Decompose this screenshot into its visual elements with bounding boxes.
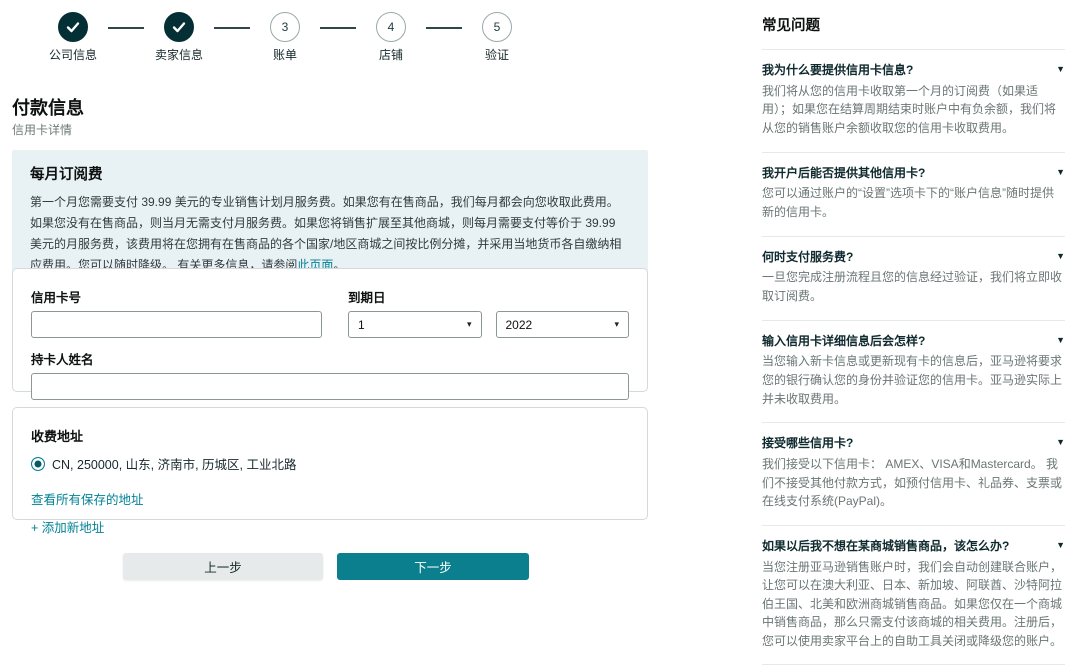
step-number: 4 [376,12,406,42]
step-billing[interactable]: 3 账单 [250,12,320,64]
add-new-address-link[interactable]: + 添加新地址 [31,517,629,536]
previous-step-button[interactable]: 上一步 [123,553,323,580]
faq-question-text: 我为什么要提供信用卡信息? [762,62,913,79]
faq-question[interactable]: 如果以后我不想在某商城销售商品，该怎么办? ▼ [762,538,1065,555]
faq-answer: 我们将从您的信用卡收取第一个月的订阅费（如果适用）；如果您在结算周期结束时账户中… [762,82,1065,138]
registration-stepper: 公司信息 卖家信息 3 账单 4 店铺 5 验证 [38,12,532,64]
faq-question-text: 何时支付服务费? [762,249,853,266]
chevron-down-icon[interactable]: ▼ [1056,251,1065,261]
credit-card-panel: 信用卡号 到期日 1 ▾ 2022 ▾ 持卡人姓名 [12,268,648,392]
card-number-label: 信用卡号 [31,287,322,306]
page-subtitle: 信用卡详情 [12,121,72,138]
faq-answer: 当您注册亚马逊销售账户时，我们会自动创建联合账户，让您可以在澳大利亚、日本、新加… [762,558,1065,651]
faq-question[interactable]: 何时支付服务费? ▼ [762,249,1065,266]
step-label: 账单 [261,48,309,64]
chevron-down-icon[interactable]: ▼ [1056,540,1065,550]
faq-question-text: 输入信用卡详细信息后会怎样? [762,333,925,350]
faq-item: 我为什么要提供信用卡信息? ▼ 我们将从您的信用卡收取第一个月的订阅费（如果适用… [762,50,1065,152]
stepper-connector [320,27,356,29]
faq-item: 如果以后我不想在某商城销售商品，该怎么办? ▼ 当您注册亚马逊销售账户时，我们会… [762,526,1065,665]
stepper-connector [108,27,144,29]
view-saved-addresses-link[interactable]: 查看所有保存的地址 [31,489,629,508]
fee-box-title: 每月订阅费 [30,163,630,184]
faq-item: 我开户后能否提供其他信用卡? ▼ 您可以通过账户的“设置”选项卡下的“账户信息”… [762,153,1065,236]
faq-item: 何时支付服务费? ▼ 一旦您完成注册流程且您的信息经过验证，我们将立即收取订阅费… [762,237,1065,320]
step-company-info[interactable]: 公司信息 [38,12,108,64]
fee-box-body: 第一个月您需要支付 39.99 美元的专业销售计划月服务费。如果您有在售商品，我… [30,192,630,276]
billing-address-option[interactable]: CN, 250000, 山东, 济南市, 历城区, 工业北路 [31,454,629,473]
billing-address-title: 收费地址 [31,426,629,445]
faq-title: 常见问题 [762,14,1065,35]
step-store[interactable]: 4 店铺 [356,12,426,64]
step-label: 公司信息 [49,48,97,64]
faq-sidebar: 常见问题 我为什么要提供信用卡信息? ▼ 我们将从您的信用卡收取第一个月的订阅费… [762,14,1065,665]
step-number: 3 [270,12,300,42]
chevron-down-icon: ▾ [614,319,619,330]
stepper-connector [214,27,250,29]
faq-question-text: 接受哪些信用卡? [762,435,853,452]
card-holder-label: 持卡人姓名 [31,349,629,368]
faq-answer: 当您输入新卡信息或更新现有卡的信息后，亚马逊将要求您的银行确认您的身份并验证您的… [762,352,1065,408]
step-number: 5 [482,12,512,42]
expiry-label: 到期日 [348,287,629,306]
billing-address-text: CN, 250000, 山东, 济南市, 历城区, 工业北路 [52,454,297,473]
step-label: 店铺 [367,48,415,64]
radio-selected-icon[interactable] [31,457,45,471]
card-number-input[interactable] [31,311,322,338]
billing-address-panel: 收费地址 CN, 250000, 山东, 济南市, 历城区, 工业北路 查看所有… [12,407,648,520]
faq-question-text: 如果以后我不想在某商城销售商品，该怎么办? [762,538,1009,555]
chevron-down-icon: ▾ [467,319,472,330]
stepper-connector [426,27,462,29]
faq-answer: 我们接受以下信用卡： AMEX、VISA和Mastercard。 我们不接受其他… [762,455,1065,511]
step-label: 验证 [473,48,521,64]
faq-question[interactable]: 我为什么要提供信用卡信息? ▼ [762,62,1065,79]
faq-item: 接受哪些信用卡? ▼ 我们接受以下信用卡： AMEX、VISA和Masterca… [762,423,1065,525]
faq-question[interactable]: 我开户后能否提供其他信用卡? ▼ [762,165,1065,182]
faq-question[interactable]: 接受哪些信用卡? ▼ [762,435,1065,452]
faq-question[interactable]: 输入信用卡详细信息后会怎样? ▼ [762,333,1065,350]
chevron-down-icon[interactable]: ▼ [1056,64,1065,74]
step-seller-info[interactable]: 卖家信息 [144,12,214,64]
step-complete-icon [58,12,88,42]
faq-question-text: 我开户后能否提供其他信用卡? [762,165,925,182]
page-title: 付款信息 [12,94,84,120]
chevron-down-icon[interactable]: ▼ [1056,437,1065,447]
chevron-down-icon[interactable]: ▼ [1056,167,1065,177]
chevron-down-icon[interactable]: ▼ [1056,335,1065,345]
expiry-month-select[interactable]: 1 ▾ [348,311,482,338]
step-verification[interactable]: 5 验证 [462,12,532,64]
step-label: 卖家信息 [155,48,203,64]
next-step-button[interactable]: 下一步 [337,553,529,580]
faq-answer: 一旦您完成注册流程且您的信息经过验证，我们将立即收取订阅费。 [762,268,1065,305]
faq-answer: 您可以通过账户的“设置”选项卡下的“账户信息”随时提供新的信用卡。 [762,184,1065,221]
card-holder-input[interactable] [31,373,629,400]
faq-item: 输入信用卡详细信息后会怎样? ▼ 当您输入新卡信息或更新现有卡的信息后，亚马逊将… [762,321,1065,423]
expiry-year-select[interactable]: 2022 ▾ [496,311,630,338]
expiry-month-value: 1 [358,318,365,332]
step-complete-icon [164,12,194,42]
expiry-year-value: 2022 [506,318,533,332]
